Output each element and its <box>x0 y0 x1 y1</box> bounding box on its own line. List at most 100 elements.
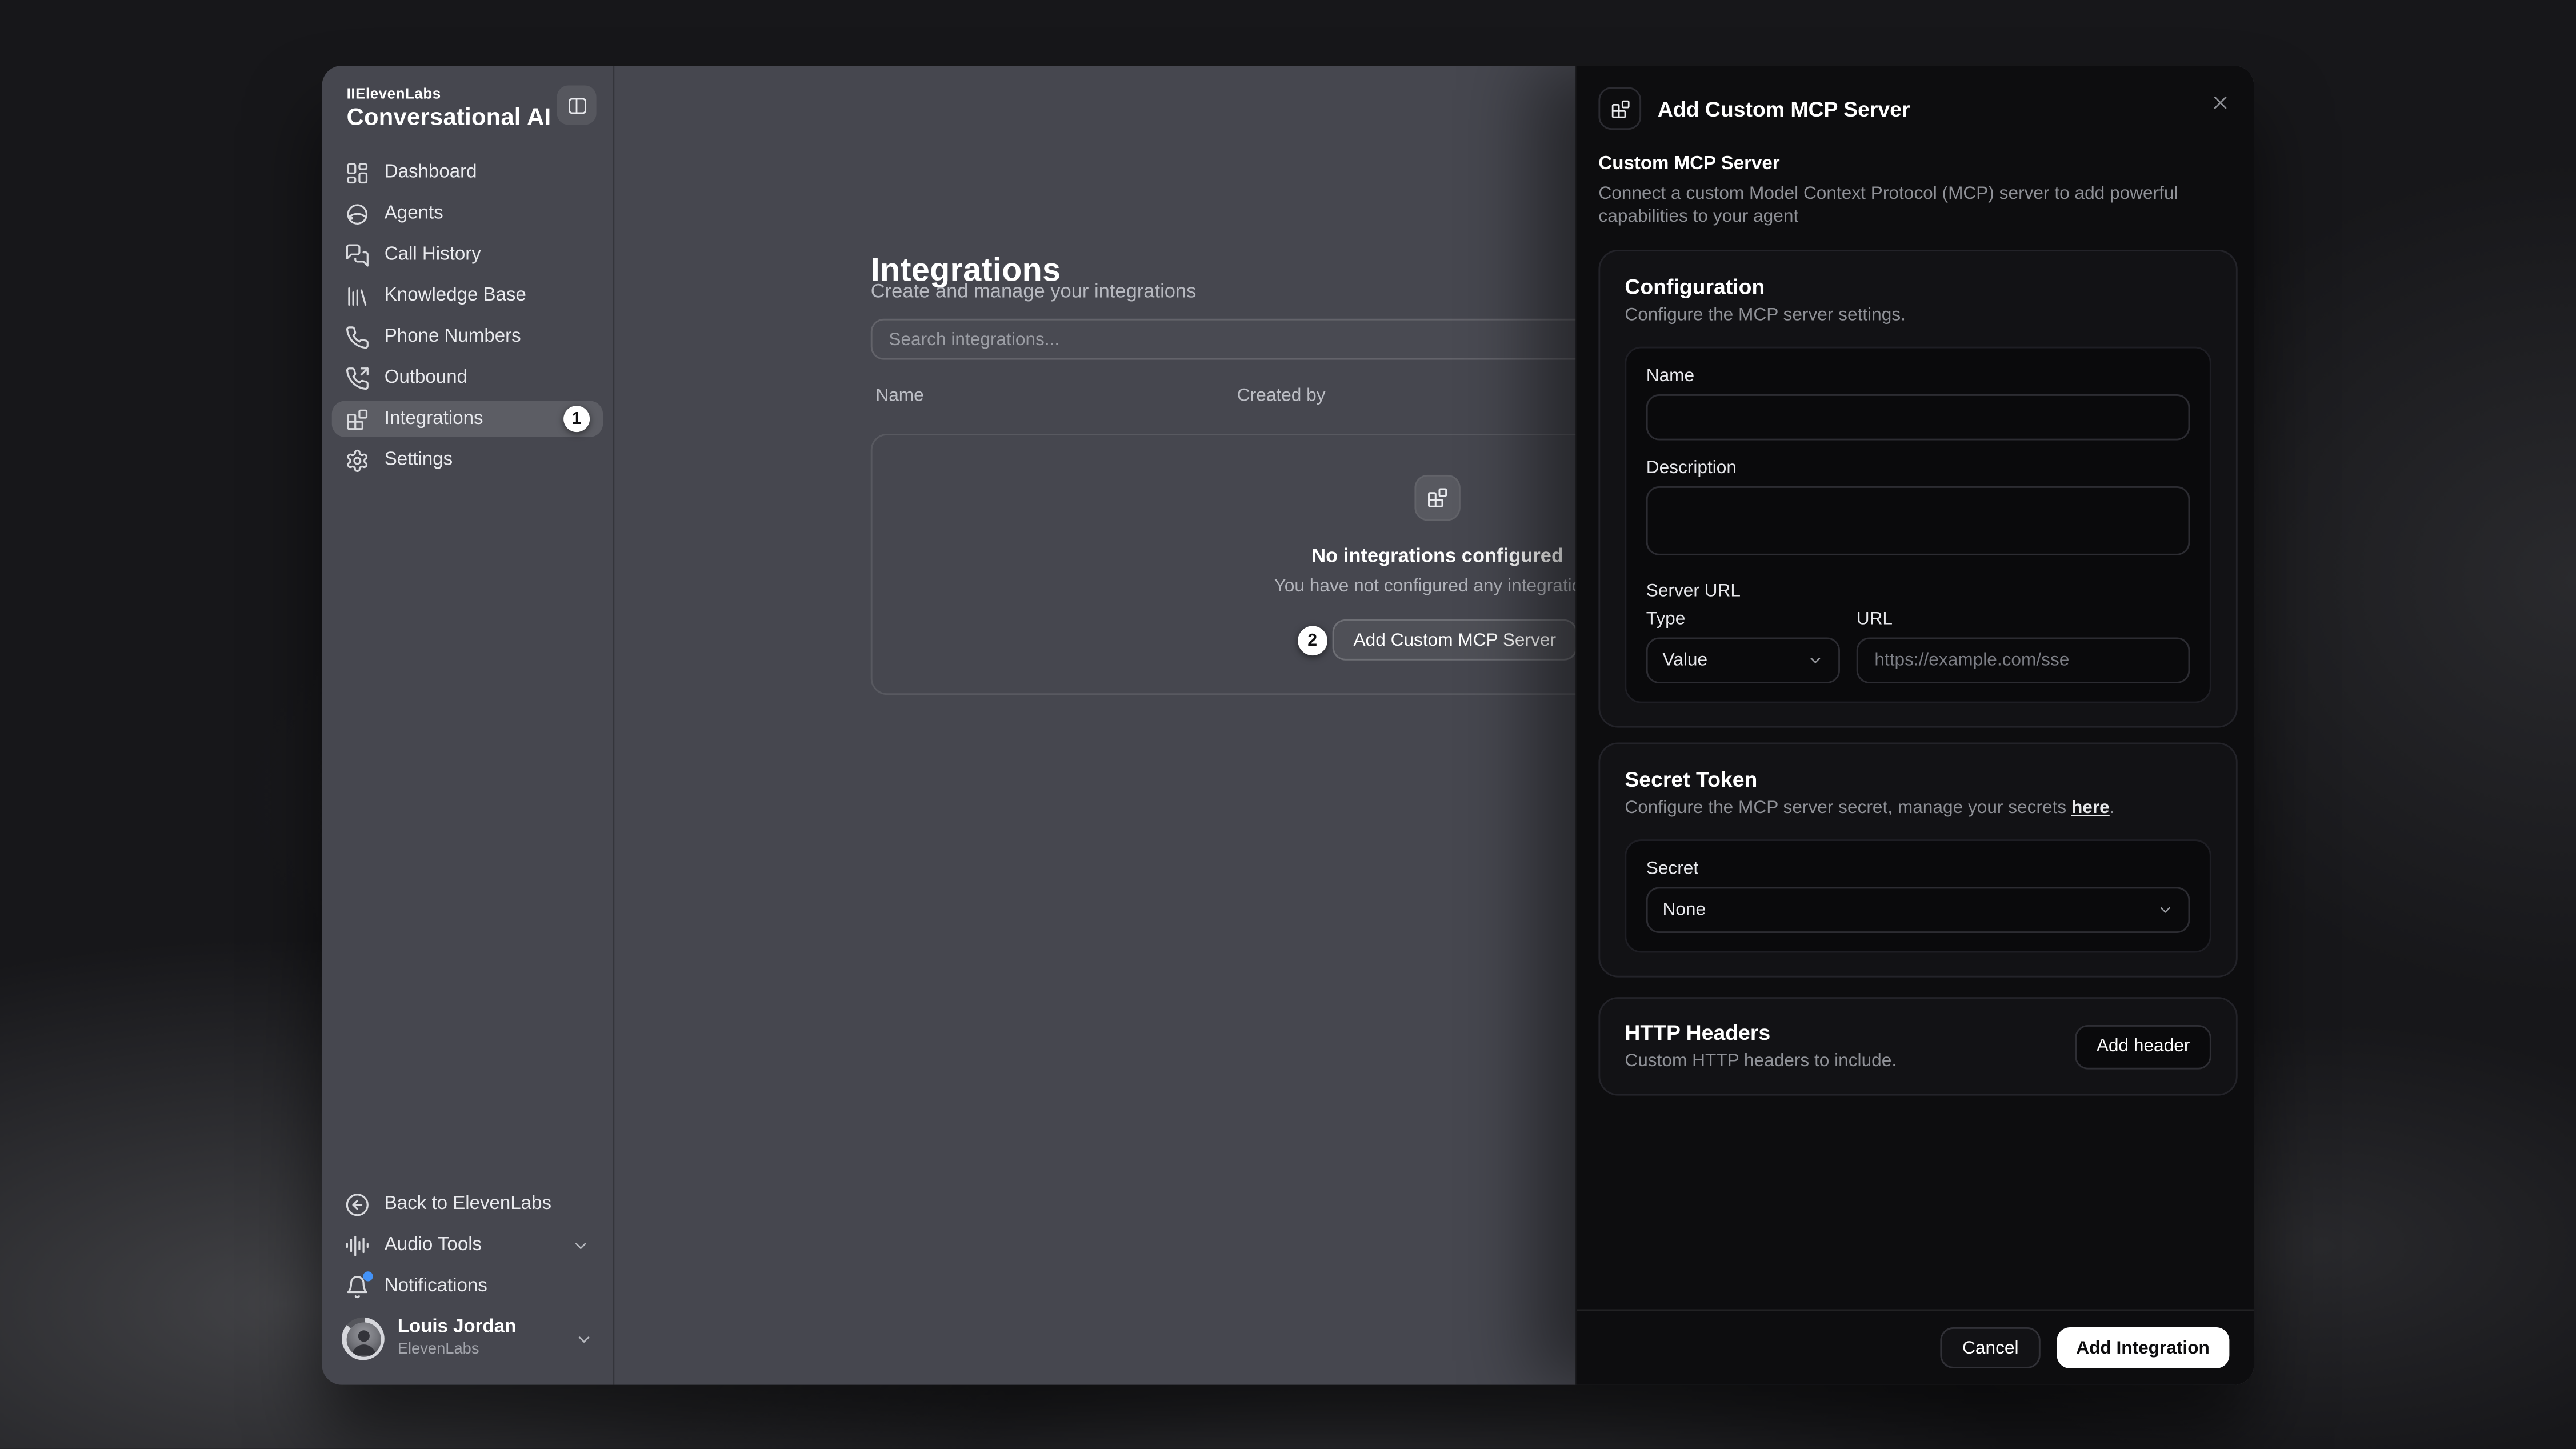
avatar <box>342 1318 385 1360</box>
http-headers-subtitle: Custom HTTP headers to include. <box>1625 1051 1897 1072</box>
integrations-icon <box>345 407 370 431</box>
back-link-label: Back to ElevenLabs <box>385 1194 551 1214</box>
sidebar-item-outbound[interactable]: Outbound <box>332 360 603 396</box>
call-history-icon <box>345 242 370 267</box>
sidebar-item-label: Outbound <box>385 368 467 388</box>
sidebar-header: IIElevenLabs Conversational AI <box>332 82 603 131</box>
sidebar-item-label: Dashboard <box>385 163 477 183</box>
panel-title: Add Custom MCP Server <box>1658 97 1910 122</box>
step-badge-1: 1 <box>563 406 590 432</box>
close-icon <box>2209 91 2230 113</box>
circle-arrow-left-icon <box>345 1192 370 1216</box>
chevron-down-icon <box>572 1236 590 1254</box>
integrations-tile <box>1414 475 1461 521</box>
add-integration-button[interactable]: Add Integration <box>2057 1327 2230 1368</box>
sidebar-item-settings[interactable]: Settings <box>332 442 603 478</box>
cancel-button[interactable]: Cancel <box>1941 1327 2040 1368</box>
configuration-fields: Name Description Server URL Type Value <box>1625 347 2211 703</box>
dashboard-icon <box>345 160 370 185</box>
http-headers-title: HTTP Headers <box>1625 1020 1897 1044</box>
phone-icon <box>345 325 370 349</box>
panel-footer: Cancel Add Integration <box>1577 1309 2254 1384</box>
name-label: Name <box>1646 366 2190 386</box>
configuration-title: Configuration <box>1625 274 2211 299</box>
description-field[interactable] <box>1646 486 2190 555</box>
sidebar-item-label: Agents <box>385 204 443 224</box>
integrations-icon <box>1609 98 1630 119</box>
manage-secrets-link[interactable]: here <box>2071 798 2110 818</box>
gear-icon <box>345 447 370 472</box>
agents-icon <box>345 201 370 226</box>
avatar-photo <box>346 1322 380 1356</box>
page-subtitle: Create and manage your integrations <box>871 279 1197 302</box>
bell-icon <box>345 1274 370 1299</box>
type-select[interactable]: Value <box>1646 638 1840 684</box>
secret-select-value: None <box>1663 900 1706 920</box>
app-window: IIElevenLabs Conversational AI Dashboard… <box>322 66 2254 1385</box>
back-to-elevenlabs-link[interactable]: Back to ElevenLabs <box>332 1186 603 1222</box>
sidebar-item-knowledge-base[interactable]: Knowledge Base <box>332 278 603 314</box>
user-org: ElevenLabs <box>398 1342 562 1359</box>
configuration-subtitle: Configure the MCP server settings. <box>1625 306 2211 327</box>
sidebar: IIElevenLabs Conversational AI Dashboard… <box>322 66 615 1385</box>
sidebar-item-label: Settings <box>385 450 453 470</box>
desktop-background: IIElevenLabs Conversational AI Dashboard… <box>0 0 2576 1449</box>
step-badge-2: 2 <box>1298 625 1327 655</box>
app-title: Conversational AI <box>347 105 551 131</box>
integrations-icon <box>1426 486 1449 509</box>
section-description: Connect a custom Model Context Protocol … <box>1598 182 2242 229</box>
add-mcp-server-panel: Add Custom MCP Server Custom MCP Server … <box>1575 66 2254 1385</box>
secret-fields: Secret None <box>1625 839 2211 952</box>
empty-state-description: You have not configured any integrations <box>1274 577 1601 597</box>
configuration-card: Configuration Configure the MCP server s… <box>1598 250 2237 728</box>
sidebar-item-integrations[interactable]: Integrations 1 <box>332 401 603 437</box>
panel-toggle-icon <box>566 94 587 115</box>
add-custom-mcp-server-button[interactable]: Add Custom MCP Server <box>1332 619 1577 661</box>
type-select-value: Value <box>1663 651 1708 671</box>
brand-logo: IIElevenLabs <box>347 86 551 102</box>
user-menu[interactable]: Louis Jordan ElevenLabs <box>332 1309 603 1368</box>
secret-token-title: Secret Token <box>1625 767 2211 792</box>
phone-outgoing-icon <box>345 366 370 390</box>
column-name: Name <box>875 386 923 406</box>
notifications-item[interactable]: Notifications <box>332 1268 603 1304</box>
section-title: Custom MCP Server <box>1598 154 1779 174</box>
empty-state-title: No integrations configured <box>1311 544 1563 567</box>
secret-select[interactable]: None <box>1646 887 2190 934</box>
audio-tools-label: Audio Tools <box>385 1235 482 1255</box>
add-header-button[interactable]: Add header <box>2075 1024 2211 1069</box>
sidebar-item-agents[interactable]: Agents <box>332 195 603 231</box>
http-headers-card: HTTP Headers Custom HTTP headers to incl… <box>1598 997 2237 1096</box>
brand: IIElevenLabs Conversational AI <box>347 86 551 132</box>
url-field[interactable] <box>1857 638 2190 684</box>
secret-token-card: Secret Token Configure the MCP server se… <box>1598 743 2237 978</box>
knowledge-base-icon <box>345 283 370 308</box>
sidebar-item-label: Call History <box>385 245 481 265</box>
type-label: Type <box>1646 610 1840 630</box>
user-name: Louis Jordan <box>398 1318 562 1340</box>
sidebar-item-label: Phone Numbers <box>385 327 521 347</box>
secret-token-subtitle: Configure the MCP server secret, manage … <box>1625 798 2211 819</box>
close-button[interactable] <box>2206 89 2233 115</box>
sidebar-item-phone-numbers[interactable]: Phone Numbers <box>332 319 603 355</box>
sidebar-toggle-button[interactable] <box>557 86 597 125</box>
sidebar-item-label: Knowledge Base <box>385 286 526 306</box>
sidebar-footer: Back to ElevenLabs Audio Tools Notificat… <box>332 1186 603 1368</box>
sidebar-item-dashboard[interactable]: Dashboard <box>332 154 603 190</box>
audio-tools-item[interactable]: Audio Tools <box>332 1227 603 1263</box>
description-label: Description <box>1646 458 2190 478</box>
panel-icon-tile <box>1598 87 1641 130</box>
unread-dot <box>363 1271 373 1280</box>
url-label: URL <box>1857 610 2190 630</box>
sidebar-item-label: Integrations <box>385 409 483 429</box>
sidebar-nav: Dashboard Agents Call History Knowledge … <box>332 154 603 478</box>
audio-waveform-icon <box>345 1233 370 1258</box>
chevron-down-icon <box>575 1330 593 1348</box>
notifications-label: Notifications <box>385 1276 487 1296</box>
name-field[interactable] <box>1646 394 2190 441</box>
column-created-by: Created by <box>1237 386 1326 406</box>
sidebar-item-call-history[interactable]: Call History <box>332 237 603 273</box>
server-url-label: Server URL <box>1646 582 2190 602</box>
secret-label: Secret <box>1646 859 2190 879</box>
chevron-down-icon <box>2157 902 2174 918</box>
